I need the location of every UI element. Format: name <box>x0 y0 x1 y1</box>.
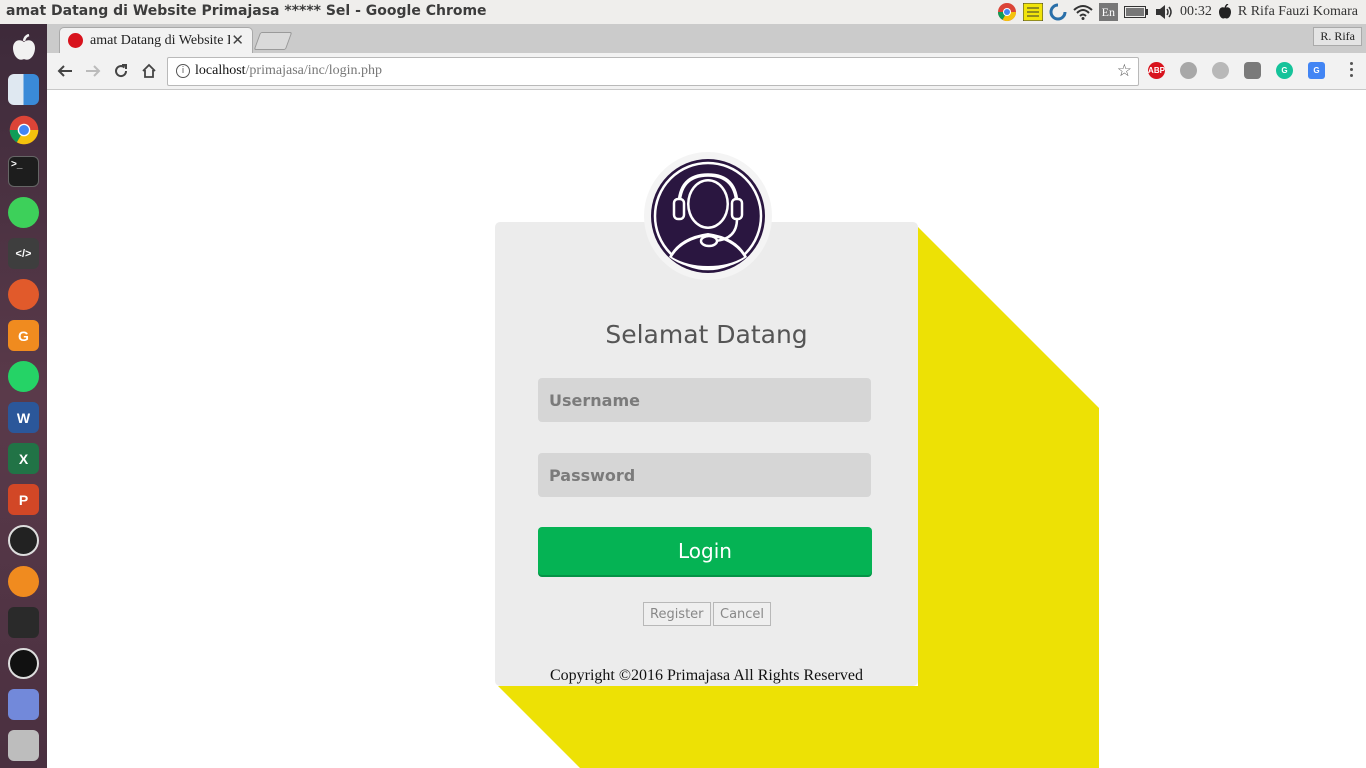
username-input[interactable] <box>538 378 871 422</box>
login-button[interactable]: Login <box>538 527 872 575</box>
address-bar[interactable]: i localhost/primajasa/inc/login.php ☆ <box>167 57 1139 86</box>
extension-icon[interactable] <box>1180 62 1197 79</box>
foxit-pdf-icon[interactable]: G <box>8 320 39 351</box>
globe-icon[interactable] <box>1212 62 1229 79</box>
unity-launcher: >_ </> G W X P <box>0 24 47 768</box>
wifi-icon[interactable] <box>1072 0 1093 24</box>
forward-arrow-icon[interactable] <box>83 61 103 81</box>
site-info-icon[interactable]: i <box>176 64 190 78</box>
android-icon[interactable] <box>8 197 39 228</box>
site-favicon-icon <box>68 33 83 48</box>
profile-button[interactable]: R. Rifa <box>1313 27 1362 46</box>
clock[interactable]: 00:32 <box>1180 0 1212 24</box>
discord-icon[interactable] <box>8 689 39 720</box>
chrome-menu-icon[interactable] <box>1350 62 1354 80</box>
notes-icon[interactable] <box>1022 0 1043 24</box>
system-tray: En 00:32 R Rifa Fauzi Komara <box>991 0 1366 24</box>
inkdrop-icon[interactable] <box>8 607 39 638</box>
window-title: amat Datang di Website Primajasa ***** S… <box>6 3 487 19</box>
terminal-icon[interactable]: >_ <box>8 156 39 187</box>
obs-icon[interactable] <box>8 648 39 679</box>
tab-title: amat Datang di Website Primajasa <box>90 33 230 48</box>
chrome-tray-icon[interactable] <box>997 0 1017 24</box>
sync-icon[interactable] <box>1049 0 1067 24</box>
apple-icon[interactable] <box>8 32 39 63</box>
adblock-plus-icon[interactable]: ABP <box>1148 62 1165 79</box>
headset-user-icon <box>651 159 765 273</box>
support-agent-avatar <box>644 152 772 280</box>
volume-icon[interactable] <box>1154 0 1174 24</box>
steam-icon[interactable] <box>8 525 39 556</box>
vlc-icon[interactable] <box>8 566 39 597</box>
browser-toolbar: i localhost/primajasa/inc/login.php ☆ AB… <box>47 53 1366 90</box>
copyright-text: Copyright ©2016 Primajasa All Rights Res… <box>549 667 864 684</box>
os-top-panel: amat Datang di Website Primajasa ***** S… <box>0 0 1366 25</box>
google-translate-icon[interactable]: G <box>1308 62 1325 79</box>
powerpoint-icon[interactable]: P <box>8 484 39 515</box>
page-viewport: Selamat Datang Login Register Cancel Cop… <box>47 90 1366 768</box>
word-icon[interactable]: W <box>8 402 39 433</box>
line-icon[interactable] <box>1244 62 1261 79</box>
trash-icon[interactable] <box>8 730 39 761</box>
close-tab-icon[interactable]: ✕ <box>231 31 244 49</box>
active-tab[interactable]: amat Datang di Website Primajasa ✕ <box>59 27 253 54</box>
sublime-text-icon[interactable]: </> <box>8 238 39 269</box>
grammarly-icon[interactable]: G <box>1276 62 1293 79</box>
cancel-button[interactable]: Cancel <box>713 602 772 626</box>
user-menu[interactable]: R Rifa Fauzi Komara <box>1238 0 1358 24</box>
welcome-heading: Selamat Datang <box>605 320 808 349</box>
browser-tabstrip: amat Datang di Website Primajasa ✕ R. Ri… <box>47 24 1366 54</box>
inkscape-icon[interactable] <box>8 279 39 310</box>
chrome-icon[interactable] <box>8 114 39 145</box>
finder-icon[interactable] <box>8 74 39 105</box>
home-icon[interactable] <box>139 61 159 81</box>
back-arrow-icon[interactable] <box>55 61 75 81</box>
battery-icon[interactable] <box>1123 0 1148 24</box>
whatsapp-icon[interactable] <box>8 361 39 392</box>
reload-icon[interactable] <box>111 61 131 81</box>
session-apple-icon[interactable] <box>1218 0 1232 24</box>
bookmark-star-icon[interactable]: ☆ <box>1117 61 1132 81</box>
new-tab-button[interactable] <box>253 32 293 50</box>
register-button[interactable]: Register <box>643 602 711 626</box>
excel-icon[interactable]: X <box>8 443 39 474</box>
password-input[interactable] <box>538 453 871 497</box>
url-text[interactable]: localhost/primajasa/inc/login.php <box>195 63 382 79</box>
keyboard-layout-indicator[interactable]: En <box>1098 3 1118 21</box>
